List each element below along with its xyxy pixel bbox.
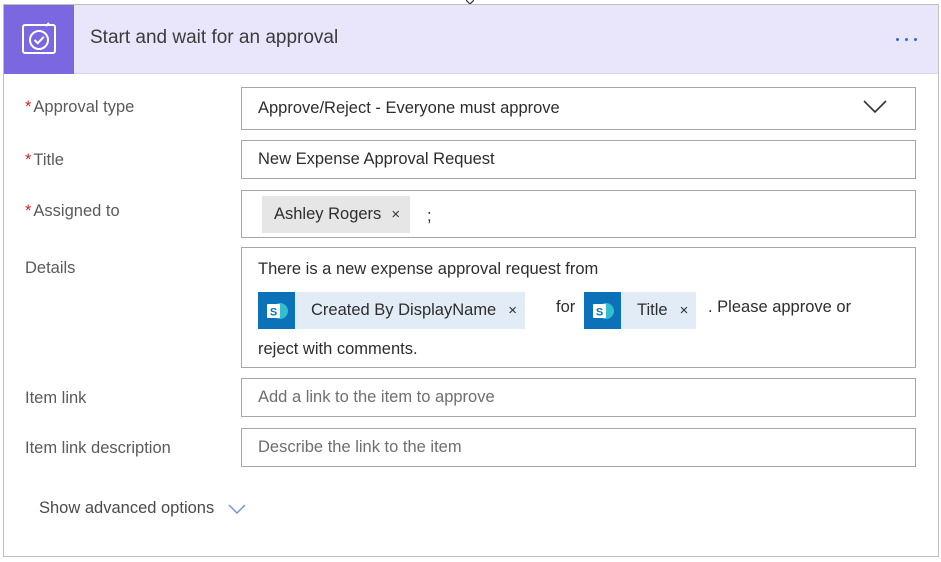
- item-link-input[interactable]: Add a link to the item to approve: [241, 378, 916, 417]
- details-line1: There is a new expense approval request …: [258, 260, 599, 278]
- approval-type-label: * Approval type: [25, 98, 135, 116]
- item-link-description-label: Item link description: [25, 439, 171, 457]
- show-advanced-options-button[interactable]: Show advanced options: [39, 499, 246, 518]
- title-token-label: Title: [637, 301, 668, 319]
- item-link-label: Item link: [25, 389, 87, 407]
- approval-type-value: Approve/Reject - Everyone must approve: [258, 99, 560, 117]
- title-input[interactable]: New Expense Approval Request: [241, 140, 916, 179]
- assigned-to-input[interactable]: Ashley Rogers × ;: [241, 190, 916, 238]
- remove-assignee-icon[interactable]: ×: [391, 206, 400, 223]
- details-input[interactable]: There is a new expense approval request …: [241, 247, 916, 368]
- details-label: Details: [25, 259, 76, 277]
- item-link-description-placeholder: Describe the link to the item: [258, 438, 462, 456]
- approval-icon: [4, 5, 74, 74]
- svg-text:S: S: [269, 306, 276, 318]
- card-title: Start and wait for an approval: [90, 27, 339, 48]
- assignee-token: Ashley Rogers ×: [262, 196, 411, 233]
- sharepoint-icon: S: [258, 292, 295, 329]
- title-label: * Title: [25, 151, 64, 169]
- title-value: New Expense Approval Request: [258, 150, 495, 168]
- details-line3: reject with comments.: [258, 340, 418, 358]
- created-by-displayname-token: S Created By DisplayName ×: [258, 292, 526, 329]
- title-token: S Title ×: [584, 292, 697, 329]
- sharepoint-icon: S: [584, 292, 621, 329]
- show-advanced-options-label: Show advanced options: [39, 499, 215, 517]
- chevron-down-icon: [228, 504, 246, 514]
- created-by-token-label: Created By DisplayName: [311, 301, 497, 319]
- item-link-description-input[interactable]: Describe the link to the item: [241, 428, 916, 467]
- chevron-down-icon: [863, 100, 887, 114]
- remove-created-by-token-icon[interactable]: ×: [508, 302, 517, 319]
- svg-text:S: S: [595, 306, 602, 318]
- details-for-text: for: [556, 298, 576, 316]
- approval-action-card: Start and wait for an approval * Approval…: [3, 4, 939, 557]
- approval-type-dropdown[interactable]: Approve/Reject - Everyone must approve: [241, 87, 916, 130]
- item-link-placeholder: Add a link to the item to approve: [258, 388, 495, 406]
- ellipsis-icon[interactable]: [888, 25, 924, 53]
- assignee-separator: ;: [427, 207, 432, 225]
- details-after-text: . Please approve or: [708, 298, 852, 316]
- assigned-to-label: * Assigned to: [25, 202, 120, 220]
- remove-title-token-icon[interactable]: ×: [680, 302, 689, 319]
- assignee-token-label: Ashley Rogers: [274, 205, 382, 223]
- card-header[interactable]: Start and wait for an approval: [4, 5, 938, 74]
